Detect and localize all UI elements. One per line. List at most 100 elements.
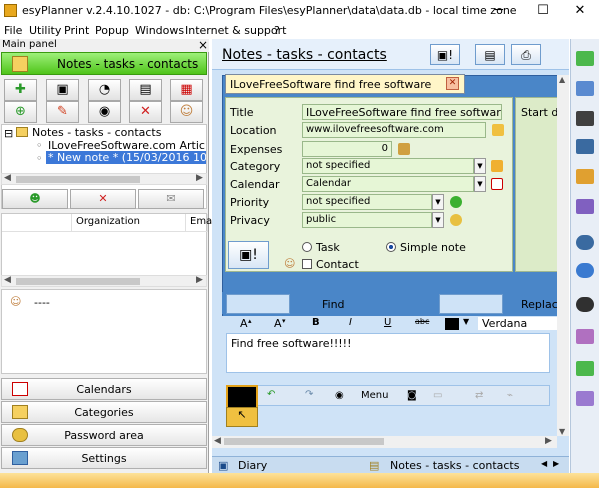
grid-header-organization[interactable]: Organization: [72, 214, 186, 232]
main-horizontal-scrollbar[interactable]: ◀ ▶: [212, 436, 557, 448]
hide-button[interactable]: ◉: [88, 101, 121, 123]
attachments-icon[interactable]: [576, 329, 594, 344]
menu-print[interactable]: Print: [64, 24, 89, 37]
delete-button[interactable]: ✕: [129, 101, 162, 123]
save-all-button[interactable]: ▤: [129, 79, 162, 101]
notes-list-icon[interactable]: [576, 199, 594, 214]
scroll-thumb[interactable]: [16, 278, 140, 285]
refresh-icon[interactable]: [576, 263, 594, 278]
keyboard-icon[interactable]: [576, 139, 594, 154]
record-icon[interactable]: [576, 111, 594, 126]
menu-popup[interactable]: Popup: [95, 24, 129, 37]
undo-icon[interactable]: ↶: [267, 389, 275, 400]
font-color-swatch[interactable]: [445, 318, 459, 330]
reminder-button[interactable]: ◔: [88, 79, 121, 101]
location-field[interactable]: www.ilovefreesoftware.com: [302, 122, 486, 138]
cursor-tool-button[interactable]: ↖: [226, 407, 258, 427]
attach-icon[interactable]: ⌁: [507, 390, 513, 401]
delete-contact-button[interactable]: ✕: [70, 189, 136, 209]
folder-icon[interactable]: [491, 160, 503, 172]
find-input[interactable]: [226, 294, 290, 314]
simple-note-radio[interactable]: [386, 242, 396, 252]
close-button[interactable]: ✕: [560, 0, 599, 22]
menu-internet-support[interactable]: Internet & support: [185, 24, 286, 37]
link-icon[interactable]: ⇄: [475, 390, 483, 401]
color-dropdown-icon[interactable]: ▼: [463, 317, 469, 326]
new-document-icon[interactable]: [576, 361, 594, 376]
module-selector[interactable]: Notes - tasks - contacts: [1, 52, 207, 75]
find-button[interactable]: Find: [322, 298, 345, 311]
replace-button[interactable]: Replac: [521, 298, 558, 311]
priority-dropdown-icon[interactable]: ▼: [432, 194, 444, 210]
redo-icon[interactable]: ↷: [305, 389, 313, 400]
add-contact-button[interactable]: ☻: [2, 189, 68, 209]
note-text[interactable]: Find free software!!!!!: [231, 337, 352, 350]
settings-button[interactable]: Settings: [1, 447, 207, 469]
title-field[interactable]: ILoveFreeSoftware find free software: [302, 104, 502, 120]
calendar-dropdown-icon[interactable]: ▼: [474, 176, 486, 192]
minimize-button[interactable]: ─: [479, 0, 519, 22]
calendar-button[interactable]: ▦: [170, 79, 203, 101]
camera-icon[interactable]: ◙: [407, 390, 417, 401]
tab-notes[interactable]: Notes - tasks - contacts: [390, 459, 519, 472]
scroll-left-icon[interactable]: ◀: [4, 173, 11, 183]
coins-icon[interactable]: [398, 143, 410, 155]
home-icon[interactable]: [492, 124, 504, 136]
scroll-right-icon[interactable]: ▶: [196, 173, 203, 183]
add-calendar-icon[interactable]: [576, 81, 594, 96]
print-button[interactable]: ⎙: [511, 44, 541, 65]
scroll-thumb[interactable]: [224, 438, 384, 445]
menu-file[interactable]: File: [4, 24, 22, 37]
maximize-button[interactable]: ☐: [523, 0, 563, 22]
stack-icon[interactable]: [576, 391, 594, 406]
scroll-right-icon[interactable]: ▶: [545, 436, 552, 446]
calendars-button[interactable]: Calendars: [1, 378, 207, 400]
note-editor[interactable]: Find free software!!!!!: [226, 333, 550, 373]
menu-button[interactable]: Menu: [361, 390, 388, 401]
privacy-select[interactable]: public: [302, 212, 432, 228]
scroll-left-icon[interactable]: ◀: [214, 436, 221, 446]
add-task-button[interactable]: ⊕: [4, 101, 37, 123]
media-icon[interactable]: [576, 169, 594, 184]
italic-button[interactable]: I: [349, 317, 352, 328]
save-note-large-button[interactable]: ▣!: [228, 241, 269, 269]
edit-button[interactable]: ✎: [46, 101, 79, 123]
tree-root[interactable]: Notes - tasks - contacts: [32, 126, 161, 139]
scroll-down-icon[interactable]: ▼: [559, 427, 565, 436]
menu-help[interactable]: ?: [274, 24, 280, 37]
panel-close-icon[interactable]: ×: [198, 38, 208, 52]
email-contact-button[interactable]: ✉: [138, 189, 204, 209]
shrink-font-button[interactable]: A: [274, 317, 282, 330]
tab-diary[interactable]: Diary: [238, 459, 267, 472]
scroll-up-icon[interactable]: ▲: [559, 75, 565, 84]
privacy-dropdown-icon[interactable]: ▼: [432, 212, 444, 228]
scanner-icon[interactable]: ▭: [433, 390, 442, 401]
grow-font-button[interactable]: A: [240, 317, 248, 330]
search-icon[interactable]: [576, 235, 594, 250]
save-note-button[interactable]: ▣!: [430, 44, 460, 65]
categories-button[interactable]: Categories: [1, 401, 207, 423]
underline-button[interactable]: U: [384, 317, 391, 328]
grid-scrollbar[interactable]: ◀ ▶: [1, 275, 207, 287]
note-tab[interactable]: ILoveFreeSoftware find free software ✕: [225, 74, 465, 94]
tab-scroll-left-icon[interactable]: ◀: [541, 459, 547, 468]
tab-scroll-right-icon[interactable]: ▶: [553, 459, 559, 468]
scroll-thumb[interactable]: [16, 176, 140, 183]
close-tab-icon[interactable]: ✕: [446, 77, 459, 90]
password-area-button[interactable]: Password area: [1, 424, 207, 446]
replace-input[interactable]: [439, 294, 503, 314]
bold-button[interactable]: B: [312, 317, 320, 328]
new-note-button[interactable]: ✚: [4, 79, 37, 101]
save-button[interactable]: ▣: [46, 79, 79, 101]
calendar-icon[interactable]: [491, 178, 503, 190]
contacts-grid[interactable]: Organization Ema: [1, 213, 212, 283]
save-close-button[interactable]: ▤: [475, 44, 505, 65]
category-dropdown-icon[interactable]: ▼: [474, 158, 486, 174]
grid-header-email[interactable]: Ema: [186, 214, 212, 232]
contact-checkbox[interactable]: [302, 259, 312, 269]
tree-expander-icon[interactable]: ⊟: [4, 127, 13, 140]
menu-utility[interactable]: Utility: [29, 24, 61, 37]
user-button[interactable]: ☺: [170, 101, 203, 123]
scroll-left-icon[interactable]: ◀: [4, 275, 11, 285]
scroll-right-icon[interactable]: ▶: [196, 275, 203, 285]
